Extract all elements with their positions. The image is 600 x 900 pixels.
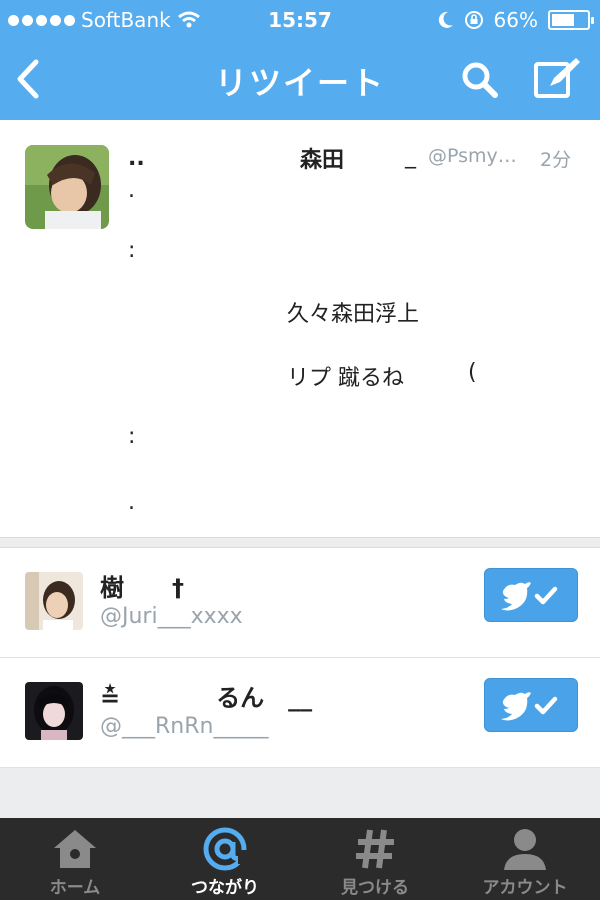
at-icon [203, 827, 248, 871]
tab-connect[interactable]: つながり [150, 818, 300, 900]
avatar[interactable] [25, 682, 83, 740]
list-item[interactable]: 樹 † @Juri___xxxx [0, 548, 600, 658]
tweet-text-line: : [128, 238, 136, 263]
tab-bar: ホーム つながり 見つける アカウント [0, 818, 600, 900]
battery-percent: 66% [493, 8, 538, 32]
user-name: ≛ るん __ [100, 684, 313, 712]
tab-label: つながり [191, 878, 259, 898]
home-icon [54, 830, 96, 868]
retweeters-list: 樹 † @Juri___xxxx ≛ るん __ @___RnRn_____ [0, 547, 600, 768]
person-icon [504, 829, 546, 870]
tweet-text-line: : [128, 424, 136, 449]
page-title: リツイート [214, 64, 385, 102]
tab-discover[interactable]: 見つける [300, 818, 450, 900]
user-handle: @___RnRn_____ [100, 714, 269, 739]
author-name: 森田 [300, 148, 345, 173]
hashtag-icon [356, 829, 394, 869]
author-name-prefix: .. [128, 146, 145, 171]
list-item[interactable]: ≛ るん __ @___RnRn_____ [0, 658, 600, 768]
tweet-detail: .. 森田 _ @Psmy… 2分 . : 久々森田浮上 リプ 蹴るね ( : … [0, 120, 600, 538]
follow-bird-check-icon [501, 692, 558, 721]
user-handle: @Juri___xxxx [100, 604, 243, 629]
profile-photo [25, 682, 83, 740]
user-name: 樹 † [100, 574, 184, 602]
follow-button[interactable] [484, 678, 578, 732]
author-name-suffix: _ [405, 144, 416, 169]
search-icon [462, 62, 498, 98]
rotation-lock-icon [464, 11, 483, 29]
tweet-text-line: ( [468, 360, 477, 385]
battery-level [552, 14, 575, 26]
profile-photo [25, 572, 83, 630]
moon-icon [438, 11, 453, 28]
status-right: 66% [438, 8, 594, 32]
follow-button[interactable] [484, 568, 578, 622]
compose-icon [534, 58, 580, 98]
tab-account[interactable]: アカウント [450, 818, 600, 900]
tweet-time: 2分 [540, 149, 572, 171]
profile-photo [25, 145, 109, 229]
tweet-text-line: . [128, 178, 135, 203]
avatar[interactable] [25, 572, 83, 630]
compose-button[interactable] [532, 56, 582, 102]
tweet-text-line: . [128, 490, 135, 515]
tab-label: 見つける [341, 878, 409, 898]
follow-bird-check-icon [501, 582, 558, 611]
tweet-text-line: 久々森田浮上 [287, 302, 420, 327]
tab-label: アカウント [482, 878, 568, 898]
search-button[interactable] [458, 58, 502, 102]
tweet-text-line: リプ 蹴るね [287, 366, 404, 391]
tab-home[interactable]: ホーム [0, 818, 150, 900]
tab-label: ホーム [49, 878, 101, 898]
status-bar: SoftBank 15:57 66% [0, 0, 600, 40]
author-handle[interactable]: @Psmy… [428, 145, 517, 167]
battery-icon [548, 10, 594, 30]
navigation-bar: リツイート [0, 40, 600, 120]
avatar[interactable] [25, 145, 109, 229]
